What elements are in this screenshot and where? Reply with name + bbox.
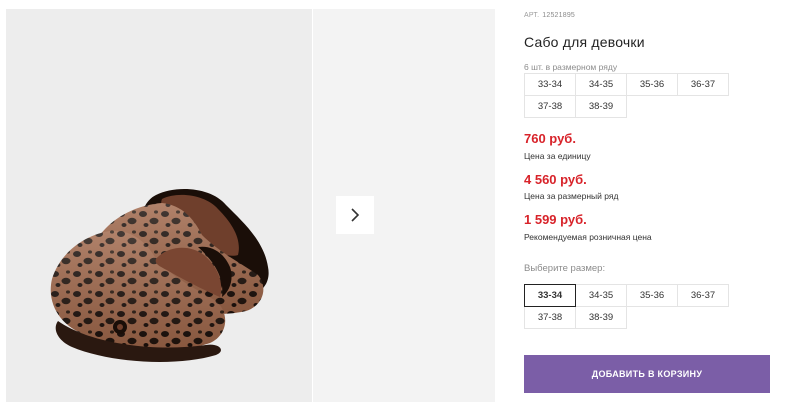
pack-size-grid: 33-34 34-35 35-36 36-37 37-38 38-39 — [524, 73, 729, 118]
size-option[interactable]: 36-37 — [677, 284, 729, 307]
size-option[interactable]: 37-38 — [524, 306, 576, 329]
pack-size: 34-35 — [575, 73, 627, 96]
product-photo[interactable] — [6, 9, 312, 402]
pack-size: 35-36 — [626, 73, 678, 96]
pack-count: 6 шт. в размерном ряду — [524, 62, 618, 72]
size-selector: 33-34 34-35 35-36 36-37 37-38 38-39 — [524, 284, 729, 329]
pack-size: 33-34 — [524, 73, 576, 96]
next-image-button[interactable] — [336, 196, 374, 234]
add-to-cart-button[interactable]: ДОБАВИТЬ В КОРЗИНУ — [524, 355, 770, 393]
size-option-selected[interactable]: 33-34 — [524, 284, 576, 307]
choose-size-label: Выберите размер: — [524, 263, 606, 274]
pack-size: 36-37 — [677, 73, 729, 96]
leopard-clogs-image — [50, 189, 269, 362]
sku: АРТ. 12521895 — [524, 12, 575, 19]
size-option[interactable]: 38-39 — [575, 306, 627, 329]
retail-price: 1 599 руб. — [524, 212, 587, 227]
sku-label: АРТ. — [524, 12, 540, 19]
pack-size: 37-38 — [524, 95, 576, 118]
unit-price: 760 руб. — [524, 131, 576, 146]
pack-size: 38-39 — [575, 95, 627, 118]
unit-price-caption: Цена за единицу — [524, 151, 591, 161]
product-title: Сабо для девочки — [524, 34, 645, 50]
pack-price-caption: Цена за размерный ряд — [524, 191, 619, 201]
size-option[interactable]: 35-36 — [626, 284, 678, 307]
size-option[interactable]: 34-35 — [575, 284, 627, 307]
product-gallery — [0, 9, 495, 402]
retail-price-caption: Рекомендуемая розничная цена — [524, 232, 652, 242]
sku-value: 12521895 — [542, 12, 576, 19]
pack-price: 4 560 руб. — [524, 172, 587, 187]
chevron-right-icon — [351, 208, 360, 222]
